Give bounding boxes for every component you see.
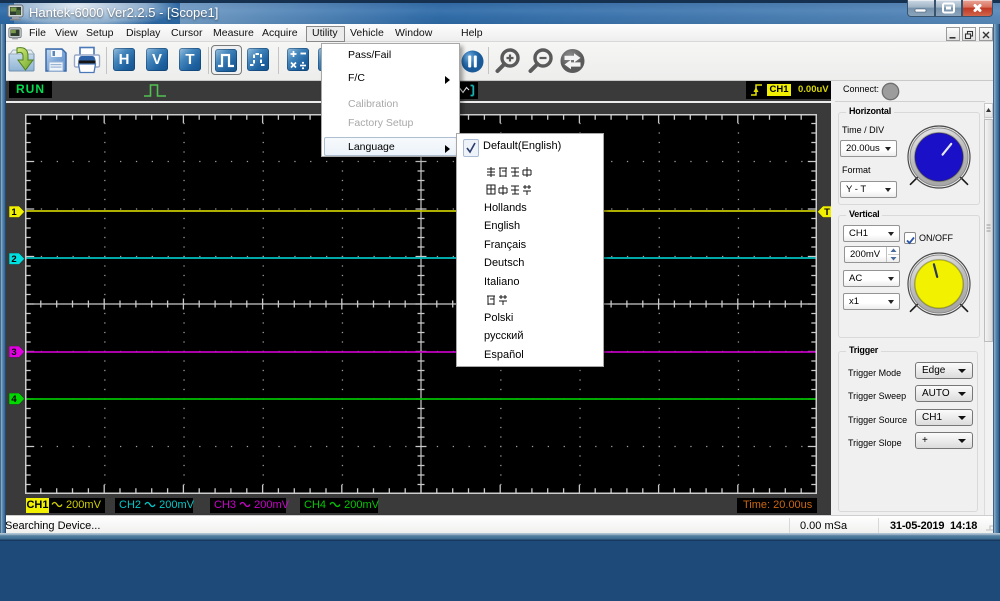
svg-text:2: 2 [11,254,16,265]
svg-text:3: 3 [11,347,16,358]
svg-text:1: 1 [11,207,17,218]
svg-text:4: 4 [11,394,17,405]
svg-text:T: T [824,207,830,218]
